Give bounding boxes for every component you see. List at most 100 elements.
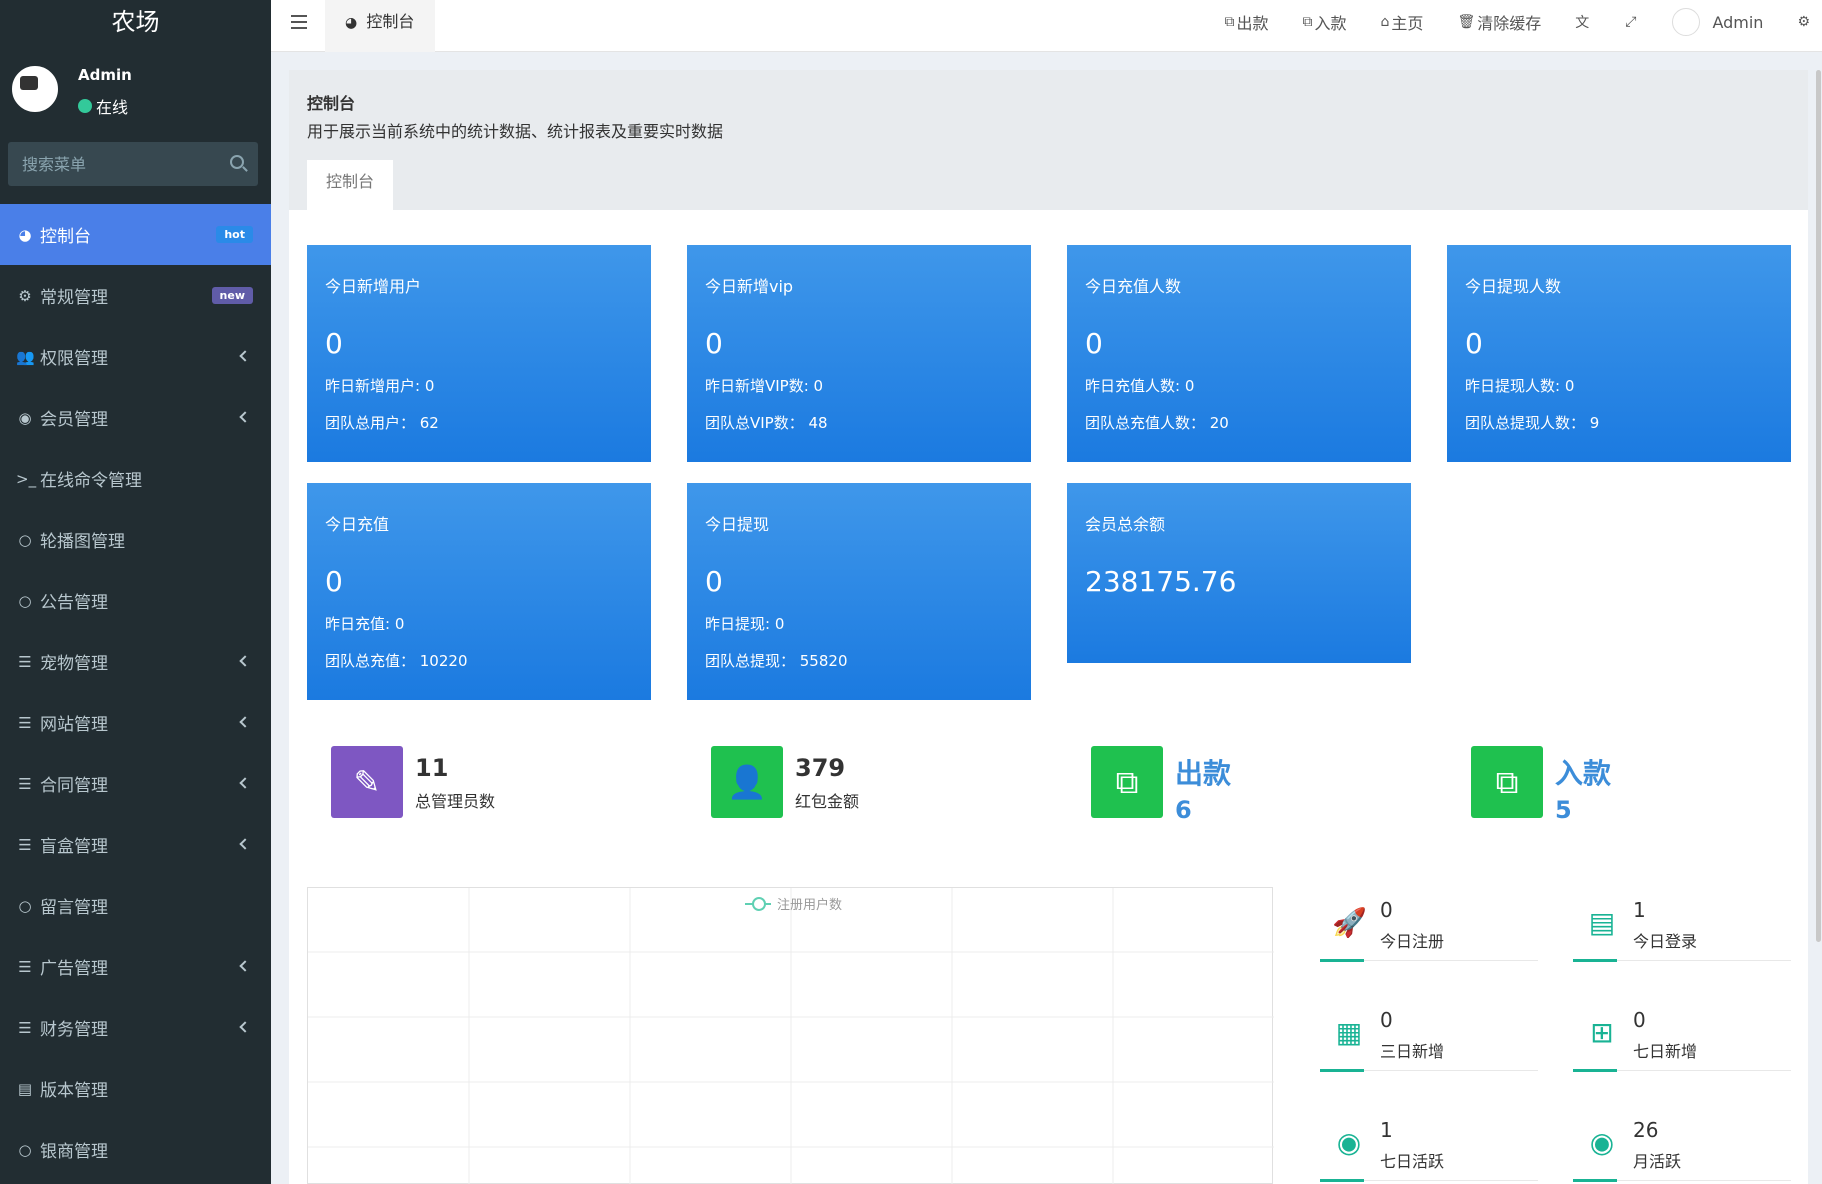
card-title: 今日提现人数	[1465, 277, 1562, 296]
sidebar-item-notice[interactable]: ○ 公告管理	[0, 570, 271, 631]
nav-label: 入款	[1314, 14, 1347, 33]
chart-legend[interactable]: 注册用户数	[745, 894, 842, 913]
card-title: 今日新增用户	[325, 277, 422, 296]
sidebar-item-pet[interactable]: ☰ 宠物管理	[0, 631, 271, 692]
fullscreen-button[interactable]: ⤢	[1625, 14, 1638, 30]
card-line: 团队总提现人数： 9	[1465, 414, 1600, 432]
id-card-icon: ▤	[1588, 906, 1616, 939]
file-icon: ▤	[17, 1079, 33, 1098]
sidebar-item-command[interactable]: >_ 在线命令管理	[0, 448, 271, 509]
sidebar-item-merchant[interactable]: ○ 银商管理	[0, 1119, 271, 1180]
nav-label: 主页	[1391, 14, 1424, 33]
stat-7day-active: ◉ 1 七日活跃	[1320, 1108, 1538, 1184]
sidebar-item-message[interactable]: ○ 留言管理	[0, 875, 271, 936]
top-user-name: Admin	[1712, 12, 1764, 32]
stat-card-new-vip: 今日新增vip 0 昨日新增VIP数: 0 团队总VIP数： 48	[687, 245, 1031, 462]
tab-dashboard[interactable]: ◕ 控制台	[325, 0, 435, 52]
page-description: 用于展示当前系统中的统计数据、统计报表及重要实时数据	[307, 122, 724, 141]
legend-line-icon	[745, 896, 771, 911]
stat-label: 七日新增	[1633, 1042, 1698, 1061]
mini-stat-deposit[interactable]: ⧉ 入款 5	[1471, 746, 1611, 824]
sidebar-item-version[interactable]: ▤ 版本管理	[0, 1058, 271, 1119]
sidebar-item-member[interactable]: ◉ 会员管理	[0, 387, 271, 448]
content-header: 控制台 用于展示当前系统中的统计数据、统计报表及重要实时数据 控制台	[289, 70, 1808, 210]
stat-label: 今日注册	[1380, 932, 1445, 951]
card-value: 238175.76	[1085, 565, 1237, 598]
sidebar-item-dashboard[interactable]: ◕ 控制台 hot	[0, 204, 271, 265]
settings-button[interactable]: ⚙	[1797, 14, 1812, 30]
list-icon: ☰	[18, 713, 32, 732]
stat-number: 0	[1633, 1008, 1646, 1032]
card-line: 团队总充值人数： 20	[1085, 414, 1229, 432]
stat-number: 1	[1633, 898, 1646, 922]
stat-label: 月活跃	[1633, 1152, 1682, 1171]
sidebar-item-general[interactable]: ⚙ 常规管理 new	[0, 265, 271, 326]
sidebar-item-label: 盲盒管理	[40, 837, 108, 857]
card-value: 0	[325, 327, 343, 360]
external-link-icon: ⧉	[1302, 14, 1313, 30]
user-name: Admin	[78, 66, 132, 84]
sidebar-item-website[interactable]: ☰ 网站管理	[0, 692, 271, 753]
card-line: 团队总充值： 10220	[325, 652, 468, 670]
page-scrollbar[interactable]	[1816, 70, 1821, 942]
sidebar-item-finance[interactable]: ☰ 财务管理	[0, 997, 271, 1058]
sidebar-item-label: 财务管理	[40, 1020, 108, 1040]
sidebar-item-contract[interactable]: ☰ 合同管理	[0, 753, 271, 814]
user-status-label: 在线	[96, 98, 129, 117]
nav-clear-cache[interactable]: 🗑 清除缓存	[1457, 10, 1541, 34]
top-nav: ⧉ 出款 ⧉ 入款 ⌂ 主页 🗑 清除缓存 文 ⤢ Admin ⚙	[1225, 0, 1822, 44]
circle-icon: ○	[18, 896, 32, 915]
list-icon: ☰	[18, 774, 32, 793]
translate-button[interactable]: 文	[1575, 12, 1591, 32]
user-menu[interactable]: Admin	[1672, 8, 1763, 36]
page-title: 控制台	[307, 94, 356, 113]
sidebar-item-banner[interactable]: ○ 轮播图管理	[0, 509, 271, 570]
rocket-icon: 🚀	[1332, 906, 1367, 939]
mini-stat-withdraw[interactable]: ⧉ 出款 6	[1091, 746, 1231, 824]
tab-label: 控制台	[366, 12, 415, 31]
sidebar-item-label: 轮播图管理	[40, 532, 125, 552]
cogs-icon: ⚙	[18, 286, 32, 305]
card-title: 今日新增vip	[705, 277, 794, 296]
calendar-plus-icon: ⊞	[1590, 1016, 1614, 1049]
brand-title[interactable]: 农场	[0, 0, 271, 44]
nav-home[interactable]: ⌂ 主页	[1381, 10, 1424, 34]
sidebar-item-label: 宠物管理	[40, 654, 108, 674]
menu-search-input[interactable]	[8, 142, 208, 186]
stat-3day-new: ▦ 0 三日新增	[1320, 998, 1538, 1102]
hamburger-menu-icon[interactable]	[291, 15, 307, 29]
tab-dashboard-inner[interactable]: 控制台	[307, 160, 393, 210]
nav-deposit[interactable]: ⧉ 入款	[1303, 10, 1347, 34]
sidebar: 农场 Admin 在线 ◕ 控制台 hot ⚙ 常规管理 new 👥 权限管理 …	[0, 0, 271, 1184]
nav-label: 出款	[1236, 14, 1269, 33]
stat-card-recharge-users: 今日充值人数 0 昨日充值人数: 0 团队总充值人数： 20	[1067, 245, 1411, 462]
user-panel: Admin 在线	[0, 44, 271, 136]
list-icon: ☰	[18, 835, 32, 854]
dashboard-icon: ◕	[345, 15, 358, 31]
stat-card-withdraw: 今日提现 0 昨日提现: 0 团队总提现： 55820	[687, 483, 1031, 700]
mini-number: 11	[415, 754, 449, 782]
sidebar-item-label: 常规管理	[40, 288, 108, 308]
sidebar-item-label: 权限管理	[40, 349, 108, 369]
fullscreen-icon: ⤢	[1625, 14, 1637, 30]
nav-withdraw[interactable]: ⧉ 出款	[1225, 10, 1269, 34]
stat-card-new-users: 今日新增用户 0 昨日新增用户: 0 团队总用户： 62	[307, 245, 651, 462]
sidebar-item-label: 合同管理	[40, 776, 108, 796]
stat-number: 0	[1380, 1008, 1393, 1032]
chart-grid	[308, 888, 1274, 1184]
circle-icon: ○	[18, 1140, 32, 1159]
mini-stat-admins: ✎ 11 总管理员数	[331, 746, 495, 818]
sidebar-item-permission[interactable]: 👥 权限管理	[0, 326, 271, 387]
card-value: 0	[325, 565, 343, 598]
users-icon: 👥	[16, 347, 35, 366]
search-icon[interactable]	[230, 155, 244, 169]
user-circle-icon: ◉	[18, 408, 32, 427]
card-line: 昨日充值: 0	[325, 615, 405, 633]
chevron-left-icon	[239, 655, 251, 667]
sidebar-item-label: 控制台	[40, 227, 91, 247]
stat-7day-new: ⊞ 0 七日新增	[1573, 998, 1791, 1102]
mini-number: 5	[1555, 796, 1572, 824]
sidebar-item-label: 在线命令管理	[40, 471, 142, 491]
sidebar-item-ad[interactable]: ☰ 广告管理	[0, 936, 271, 997]
sidebar-item-blindbox[interactable]: ☰ 盲盒管理	[0, 814, 271, 875]
